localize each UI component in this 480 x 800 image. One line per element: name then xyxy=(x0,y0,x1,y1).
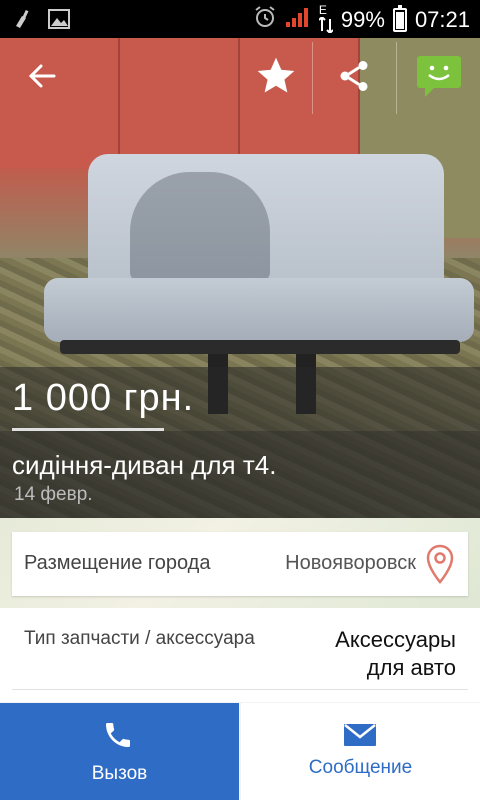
action-bar: Вызов Сообщение xyxy=(0,703,480,800)
sofa-frame xyxy=(60,340,460,354)
message-button[interactable]: Сообщение xyxy=(241,703,480,800)
clock: 07:21 xyxy=(414,6,470,32)
location-label: Размещение города xyxy=(24,552,211,574)
back-arrow-icon xyxy=(28,62,56,95)
favorite-button[interactable] xyxy=(248,42,304,114)
sofa-seat xyxy=(44,278,474,342)
listing-price: 1 000 грн. xyxy=(12,377,195,419)
listing-title: сидіння-диван для т4. xyxy=(12,450,277,480)
spec-row: Тип запчасти / аксессуара Аксессуары для… xyxy=(0,608,480,702)
battery-icon xyxy=(392,4,407,32)
spec-value-line1: Аксессуары xyxy=(335,627,456,652)
listing-date: 14 февр. xyxy=(14,484,93,505)
image-notification-icon xyxy=(48,9,70,34)
call-label: Вызов xyxy=(91,763,148,784)
location-pin-icon xyxy=(426,544,454,589)
back-button[interactable] xyxy=(18,42,66,114)
call-button[interactable]: Вызов xyxy=(0,703,239,800)
signal-icon xyxy=(285,6,311,33)
chat-bubble-icon xyxy=(415,54,463,103)
message-label: Сообщение xyxy=(308,757,413,778)
phone-icon xyxy=(102,719,134,756)
mail-icon xyxy=(343,723,377,752)
garage-door xyxy=(120,38,240,168)
cleaner-notification-icon xyxy=(12,8,34,35)
spec-value: Аксессуары для авто xyxy=(276,626,456,682)
share-button[interactable] xyxy=(312,42,394,114)
star-icon xyxy=(254,54,298,103)
alarm-icon xyxy=(253,5,277,34)
photo-shadow xyxy=(130,172,270,282)
divider xyxy=(12,689,468,690)
location-card[interactable]: Размещение города Новояворовск xyxy=(12,532,468,596)
status-bar: E 99% 07:21 xyxy=(0,0,480,38)
spec-value-line2: для авто xyxy=(366,655,456,680)
share-icon xyxy=(336,58,372,99)
spec-label: Тип запчасти / аксессуара xyxy=(24,628,255,649)
chat-button[interactable] xyxy=(396,42,480,114)
battery-percent: 99% xyxy=(340,6,385,32)
location-value: Новояворовск xyxy=(285,552,416,574)
network-type-icon: E xyxy=(318,3,333,33)
